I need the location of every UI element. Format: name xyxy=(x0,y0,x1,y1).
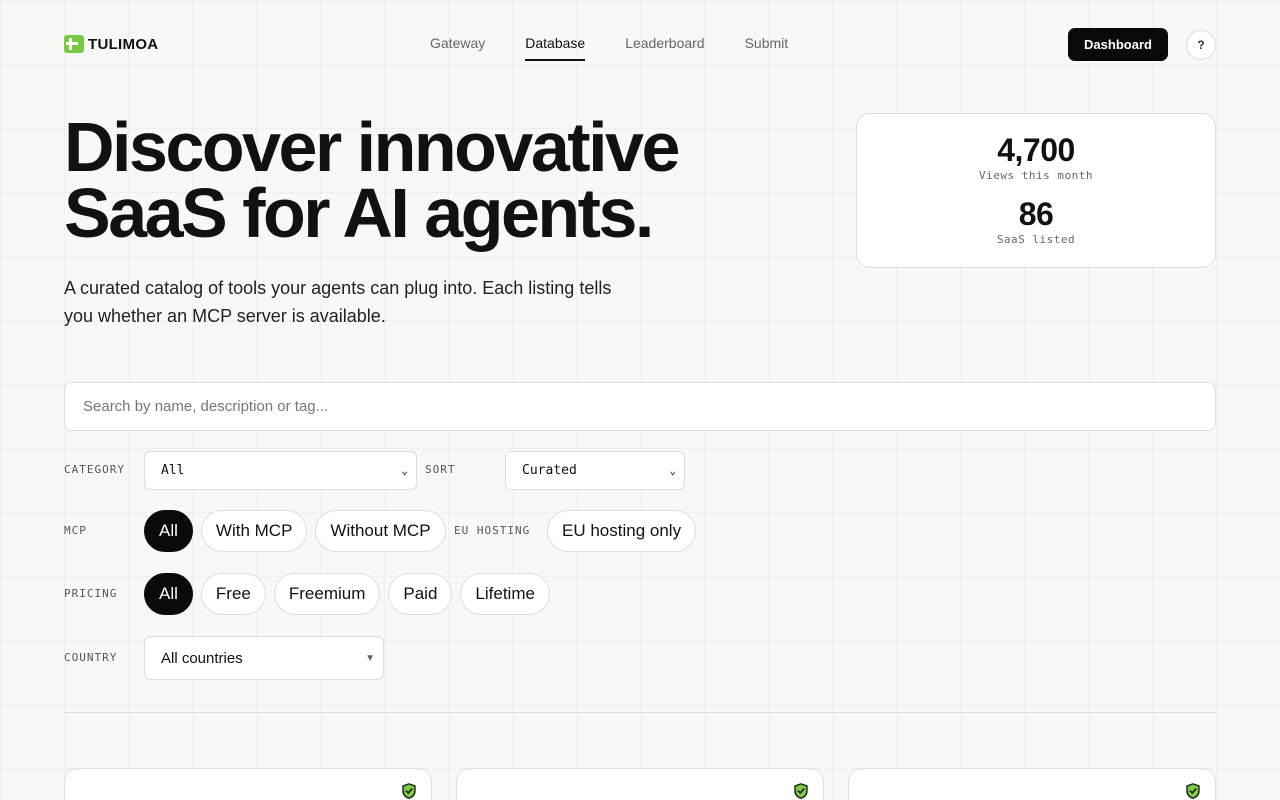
pricing-chip-free[interactable]: Free xyxy=(200,573,266,615)
sort-select[interactable]: Curated ⌄ xyxy=(505,451,685,490)
mcp-chip-all[interactable]: All xyxy=(144,510,193,552)
nav-database[interactable]: Database xyxy=(525,35,586,61)
pricing-chip-all[interactable]: All xyxy=(144,573,193,615)
stat-saas-label: SaaS listed xyxy=(996,233,1076,246)
shield-check-icon xyxy=(402,783,416,799)
nav-leaderboard[interactable]: Leaderboard xyxy=(625,35,704,61)
saas-card[interactable] xyxy=(456,768,824,800)
shield-check-icon xyxy=(1186,783,1200,799)
eu-hosting-chip[interactable]: EU hosting only xyxy=(547,510,697,552)
stat-views: 4,700 Views this month xyxy=(857,132,1215,182)
caret-down-icon: ▼ xyxy=(365,652,375,664)
stat-saas: 86 SaaS listed xyxy=(857,196,1215,246)
category-select[interactable]: All ⌄ xyxy=(144,451,417,490)
category-select-value: All xyxy=(161,463,185,478)
hero-title-line2: SaaS for AI agents. xyxy=(64,174,654,252)
search-input[interactable] xyxy=(64,382,1216,431)
country-select-value: All countries xyxy=(161,649,243,667)
mcp-chip-with[interactable]: With MCP xyxy=(200,510,308,552)
brand-logo[interactable]: TULIMOA xyxy=(64,35,158,53)
brand-name: TULIMOA xyxy=(88,35,159,53)
stat-views-label: Views this month xyxy=(979,169,1093,182)
help-button[interactable]: ? xyxy=(1186,30,1216,60)
saas-card[interactable] xyxy=(64,768,432,800)
stat-views-value: 4,700 xyxy=(997,132,1075,168)
pricing-chips: All Free Freemium Paid Lifetime xyxy=(144,573,550,615)
stats-card: 4,700 Views this month 86 SaaS listed xyxy=(856,113,1216,268)
nav-submit[interactable]: Submit xyxy=(745,35,789,61)
chevron-down-icon: ⌄ xyxy=(669,464,676,477)
mcp-chip-without[interactable]: Without MCP xyxy=(315,510,446,552)
sort-select-value: Curated xyxy=(522,463,577,478)
mcp-chips: All With MCP Without MCP xyxy=(144,510,446,552)
pricing-label: PRICING xyxy=(64,587,118,600)
country-select[interactable]: All countries ▼ xyxy=(144,636,384,680)
mcp-label: MCP xyxy=(64,524,87,537)
nav-gateway[interactable]: Gateway xyxy=(430,35,485,61)
section-divider xyxy=(64,712,1216,713)
sort-label: SORT xyxy=(425,463,456,476)
hero-title: Discover innovative SaaS for AI agents. xyxy=(64,112,764,248)
pricing-chip-lifetime[interactable]: Lifetime xyxy=(460,573,550,615)
shield-check-icon xyxy=(794,783,808,799)
chevron-down-icon: ⌄ xyxy=(401,464,408,477)
eu-hosting-label: EU HOSTING xyxy=(454,524,531,537)
dashboard-button[interactable]: Dashboard xyxy=(1068,28,1168,61)
saas-card[interactable] xyxy=(848,768,1216,800)
category-label: CATEGORY xyxy=(64,463,125,476)
logo-mark-icon xyxy=(64,35,84,53)
country-label: COUNTRY xyxy=(64,651,118,664)
pricing-chip-paid[interactable]: Paid xyxy=(388,573,453,615)
pricing-chip-freemium[interactable]: Freemium xyxy=(273,573,381,615)
stat-saas-value: 86 xyxy=(1018,196,1054,232)
main-nav: Gateway Database Leaderboard Submit xyxy=(430,35,788,61)
eu-hosting-chips: EU hosting only xyxy=(547,510,697,552)
hero-subtitle: A curated catalog of tools your agents c… xyxy=(64,278,612,326)
